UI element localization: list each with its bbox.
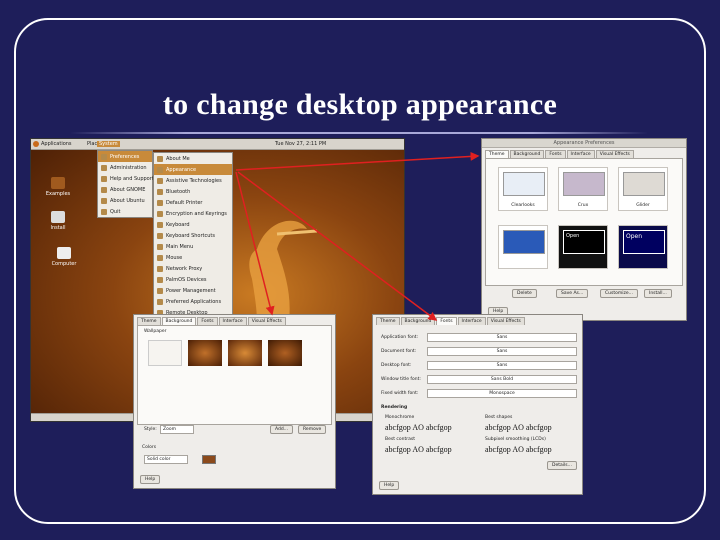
arrow-to-theme-window [235,151,480,171]
annotation-arrows [235,151,480,321]
